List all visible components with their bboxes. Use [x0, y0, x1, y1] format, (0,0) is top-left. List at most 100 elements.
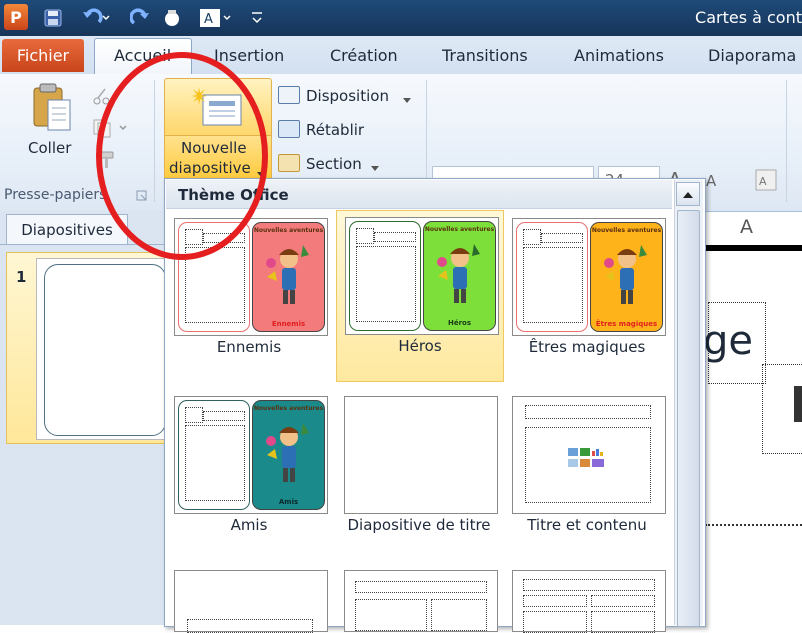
- layout-item-titre-et-contenu[interactable]: Titre et contenu: [504, 390, 670, 560]
- layout-thumbnail-row3-3[interactable]: [512, 570, 666, 633]
- layout-name: Diapositive de titre: [347, 516, 491, 534]
- reset-button[interactable]: Rétablir: [306, 120, 364, 140]
- section-button[interactable]: Section: [306, 154, 362, 174]
- tab-transitions[interactable]: Transitions: [442, 46, 528, 65]
- placeholder-box: [591, 611, 655, 633]
- clear-format-icon[interactable]: A: [752, 168, 780, 192]
- layout-thumbnail: Nouvelles aventures Êtres magiques: [512, 218, 666, 336]
- slide-title-text: ge: [703, 318, 753, 364]
- placeholder-box: [356, 228, 374, 244]
- placeholder-box: [541, 233, 583, 243]
- slide-content-fragment: [794, 386, 802, 422]
- slide-top-border: [700, 245, 802, 251]
- card-header-text: Nouvelles aventures: [591, 227, 662, 234]
- hero-illustration-icon: [266, 245, 309, 304]
- card-caption: Ennemis: [271, 320, 306, 328]
- reset-icon: [278, 120, 300, 138]
- scroll-up-button[interactable]: [676, 182, 700, 206]
- title-placeholder: [525, 405, 651, 419]
- layout-icon: [278, 86, 300, 104]
- layout-item-diapositive-de-titre[interactable]: Diapositive de titre: [336, 390, 502, 560]
- save-icon[interactable]: [40, 6, 66, 30]
- powerpoint-logo-icon: P: [4, 4, 28, 30]
- slide-number: 1: [16, 268, 27, 286]
- layout-item-etres-magiques[interactable]: Nouvelles aventures Êtres magiques Êtres…: [504, 212, 670, 382]
- shrink-font-button[interactable]: A: [706, 172, 716, 190]
- window-title: Cartes à cont: [695, 8, 802, 27]
- layout-name: Titre et contenu: [527, 516, 647, 534]
- placeholder-box: [185, 425, 245, 501]
- placeholder-box: [355, 581, 487, 593]
- layout-item-heros[interactable]: Nouvelles aventures Héros Héros: [336, 210, 504, 382]
- placeholder-box: [356, 246, 416, 322]
- placeholder-box: [523, 247, 583, 323]
- card-back-panel: [349, 221, 421, 331]
- svg-text:A: A: [204, 12, 213, 27]
- layout-thumbnail: Nouvelles aventures Héros: [345, 217, 499, 335]
- card-front-panel: Nouvelles aventures Êtres magiques: [590, 222, 663, 332]
- layout-thumbnail: [344, 396, 498, 514]
- font-color-button[interactable]: A: [740, 216, 753, 238]
- redo-icon[interactable]: [128, 6, 152, 30]
- card-caption: Amis: [278, 498, 299, 506]
- tab-diaporama[interactable]: Diaporama: [708, 46, 796, 65]
- section-chevron-icon: [371, 160, 379, 171]
- layout-thumbnail: [512, 396, 666, 514]
- placeholder-box: [523, 595, 587, 607]
- layout-name: Héros: [398, 337, 442, 355]
- group-separator: [786, 80, 787, 202]
- scrollbar-thumb[interactable]: [677, 210, 700, 627]
- layout-thumbnail-row3-2[interactable]: [344, 570, 498, 632]
- slideshow-icon[interactable]: [160, 6, 184, 30]
- slide-bottom-placeholder: [705, 524, 802, 527]
- card-back-panel: [516, 222, 588, 332]
- placeholder-box: [185, 407, 203, 423]
- tab-diapositives[interactable]: Diapositives: [6, 214, 128, 245]
- placeholder-box: [374, 232, 416, 242]
- placeholder-box: [523, 579, 655, 591]
- layout-button[interactable]: Disposition: [306, 86, 389, 106]
- layout-thumbnail-row3-1[interactable]: [174, 570, 328, 633]
- placeholder-box: [523, 611, 587, 633]
- layout-chevron-icon: [403, 92, 411, 103]
- layout-thumbnail: Nouvelles aventures Amis: [174, 396, 328, 514]
- section-icon: [278, 154, 300, 172]
- undo-icon[interactable]: [76, 6, 116, 30]
- placeholder-box: [187, 619, 313, 633]
- placeholder-box: [591, 595, 655, 607]
- card-front-panel: Nouvelles aventures Ennemis: [252, 222, 325, 332]
- customize-qat-icon[interactable]: [248, 6, 266, 30]
- card-back-panel: [178, 400, 250, 510]
- tab-creation[interactable]: Création: [330, 46, 398, 65]
- card-header-text: Nouvelles aventures: [253, 227, 324, 234]
- placeholder-box: [431, 599, 487, 631]
- svg-text:A: A: [759, 175, 767, 188]
- tab-animations[interactable]: Animations: [574, 46, 664, 65]
- clipboard-group-label: Presse-papiers: [4, 187, 107, 203]
- layout-name: Êtres magiques: [528, 338, 646, 356]
- card-caption: Héros: [447, 319, 472, 327]
- hero-illustration-icon: [604, 245, 647, 304]
- placeholder-box: [203, 411, 245, 421]
- tab-insertion[interactable]: Insertion: [214, 46, 284, 65]
- card-caption: Êtres magiques: [595, 320, 658, 328]
- paste-button[interactable]: Coller: [28, 138, 71, 158]
- card-front-panel: Nouvelles aventures Héros: [423, 221, 496, 331]
- layout-name: Ennemis: [216, 338, 282, 356]
- annotation-circle: [96, 52, 268, 260]
- placeholder-box: [355, 599, 427, 631]
- layout-item-amis[interactable]: Nouvelles aventures Amis Amis: [166, 390, 332, 560]
- paste-icon[interactable]: [30, 82, 74, 134]
- hero-illustration-icon: [437, 244, 480, 303]
- card-front-panel: Nouvelles aventures Amis: [252, 400, 325, 510]
- card-header-text: Nouvelles aventures: [424, 226, 495, 233]
- layout-name: Amis: [230, 516, 268, 534]
- text-format-icon[interactable]: A: [196, 6, 236, 30]
- placeholder-box: [523, 229, 541, 245]
- slide-thumbnail-frame: [44, 264, 166, 436]
- ribbon-tab-bar: Fichier Accueil Insertion Création Trans…: [0, 36, 802, 76]
- content-icons-icon: [568, 448, 604, 467]
- title-bar: P A Cartes à cont: [0, 0, 802, 36]
- card-header-text: Nouvelles aventures: [253, 405, 324, 412]
- tab-fichier[interactable]: Fichier: [2, 39, 84, 72]
